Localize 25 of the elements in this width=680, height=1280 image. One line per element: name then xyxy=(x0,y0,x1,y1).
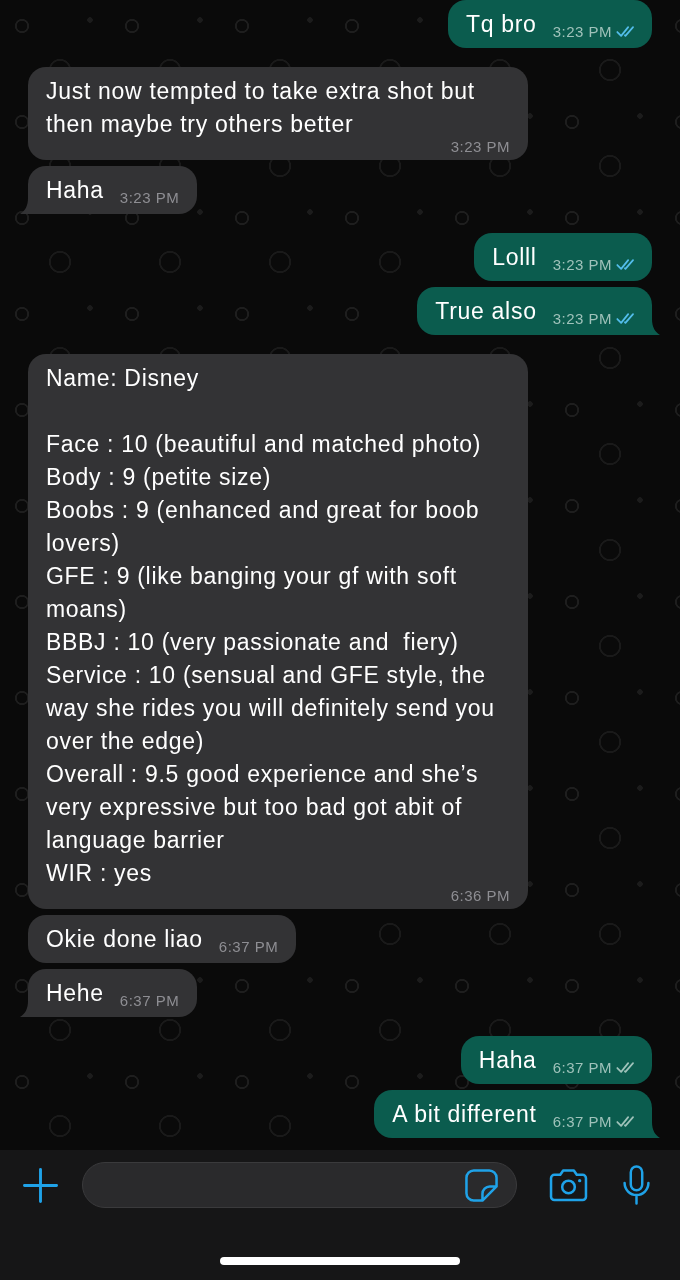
message-time: 3:23 PM xyxy=(552,22,612,40)
message-text: True also xyxy=(435,298,537,324)
sticker-icon[interactable] xyxy=(465,1168,498,1202)
message-time: 6:36 PM xyxy=(450,887,510,904)
message-text: Okie done liao xyxy=(46,926,203,952)
message-time: 3:23 PM xyxy=(119,188,180,206)
message-time: 6:37 PM xyxy=(218,937,279,955)
message-text: Lolll xyxy=(492,244,537,270)
camera-icon[interactable] xyxy=(549,1168,588,1202)
message-time: 3:23 PM xyxy=(552,309,612,327)
message-time: 3:23 PM xyxy=(552,255,612,273)
message-text: Haha xyxy=(478,1047,537,1073)
message-text: Tq bro xyxy=(465,11,537,37)
message-time: 6:37 PM xyxy=(552,1112,612,1130)
message-time: 6:37 PM xyxy=(119,991,180,1009)
message-time: 3:23 PM xyxy=(450,138,510,155)
message-time: 6:37 PM xyxy=(552,1058,612,1076)
message-input[interactable] xyxy=(82,1162,517,1208)
message-text: Haha xyxy=(46,177,104,203)
microphone-icon[interactable] xyxy=(622,1165,651,1205)
plus-icon[interactable] xyxy=(23,1167,58,1203)
message-text: Just now tempted to take extra shot but then maybe try others better xyxy=(46,78,476,137)
message-text: Hehe xyxy=(46,980,104,1006)
message-text: A bit different xyxy=(392,1101,537,1127)
message-text: Name: Disney Face : 10 (beautiful and matched photo) Body : 9 (petite size) Boobs : 9 (enhanced and great for boob lovers) GFE : 9 (like banging your gf with soft moans) BBBJ : 10 (very passionate and fiery) Service : 10 (sensual and GFE style, the way she rides you will definitely send you over the edge) Overall : 9.5 good experience and she’s very expressive but too bad got abit of language barrier WIR : yes xyxy=(46,365,496,886)
